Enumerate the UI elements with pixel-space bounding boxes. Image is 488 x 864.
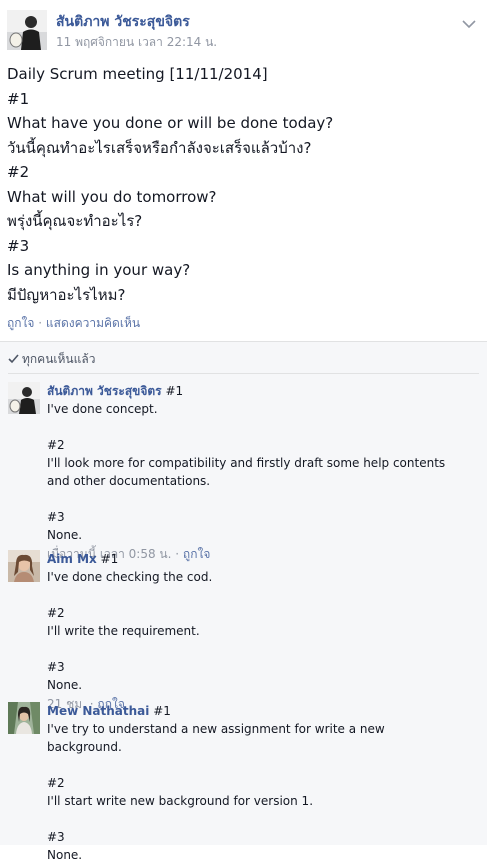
post-card: สันติภาพ วัชระสุขจิตร 11 พฤศจิกายน เวลา … xyxy=(0,0,488,862)
seen-by-all: ทุกคนเห็นแล้ว xyxy=(8,350,95,369)
comments-section: ทุกคนเห็นแล้ว สันติภาพ วัชระสุขจิตร #1 I… xyxy=(0,341,487,862)
check-icon xyxy=(8,353,19,367)
comment-author[interactable]: Mew Nathathai xyxy=(47,704,149,718)
comment-body: Aim Mx #1 I've done checking the cod. #2… xyxy=(47,550,479,713)
comment-avatar[interactable] xyxy=(8,550,40,582)
comment-text: I'll start write new background for vers… xyxy=(47,794,314,808)
post-timestamp[interactable]: 11 พฤศจิกายน เวลา 22:14 น. xyxy=(56,33,217,52)
comment-text: #3 xyxy=(47,660,65,674)
comment-text: #1 xyxy=(100,552,119,566)
comment-text: #1 xyxy=(153,704,171,718)
post-line: #3 xyxy=(7,236,30,255)
comment-text: None. xyxy=(47,678,83,692)
comment-body: สันติภาพ วัชระสุขจิตร #1 I've done conce… xyxy=(47,382,479,563)
chevron-down-icon[interactable] xyxy=(460,16,478,30)
post-line: #1 xyxy=(7,89,30,108)
divider xyxy=(8,373,479,374)
post-actions: ถูกใจ · แสดงความคิดเห็น xyxy=(7,314,140,333)
post-line: What have you done or will be done today… xyxy=(7,114,334,132)
comment-text: #2 xyxy=(47,438,65,452)
post-header: สันติภาพ วัชระสุขจิตร 11 พฤศจิกายน เวลา … xyxy=(7,10,488,50)
post-line: มีปัญหาอะไรไหม? xyxy=(7,285,126,304)
comment-text: #1 xyxy=(165,384,184,398)
post-line: #2 xyxy=(7,163,30,181)
comment-text: I've try to understand a new assignment … xyxy=(47,722,385,736)
like-link[interactable]: ถูกใจ xyxy=(7,316,34,330)
post-text: Daily Scrum meeting [11/11/2014] #1 What… xyxy=(7,62,480,307)
comment-author[interactable]: Aim Mx xyxy=(47,552,97,566)
post-line: พรุ่งนี้คุณจะทำอะไร? xyxy=(7,212,143,230)
comment-text: background. xyxy=(47,740,122,754)
author-avatar[interactable] xyxy=(7,10,47,50)
separator-dot: · xyxy=(38,316,46,330)
comment-text: #2 xyxy=(47,606,65,620)
comment-text: #3 xyxy=(47,510,65,524)
post-line: Daily Scrum meeting [11/11/2014] xyxy=(7,65,268,83)
post-line: วันนี้คุณทำอะไรเสร็จหรือกำลังจะเสร็จแล้ว… xyxy=(7,138,312,157)
author-name[interactable]: สันติภาพ วัชระสุขจิตร xyxy=(56,11,190,33)
comment-text: I'll look more for compatibility and fir… xyxy=(47,456,446,470)
comment-text: None. xyxy=(47,848,83,862)
comment-text: #3 xyxy=(47,830,65,844)
comment-avatar[interactable] xyxy=(8,702,40,734)
comment-body: Mew Nathathai #1 I've try to understand … xyxy=(47,702,479,864)
comment-avatar[interactable] xyxy=(8,382,40,414)
seen-label: ทุกคนเห็นแล้ว xyxy=(22,352,96,366)
comment-text: I've done checking the cod. xyxy=(47,570,213,584)
post-line: Is anything in your way? xyxy=(7,261,191,279)
comment-text: #2 xyxy=(47,776,65,790)
comment-text: and other documentations. xyxy=(47,474,211,488)
comment-text: None. xyxy=(47,528,83,542)
comment-link[interactable]: แสดงความคิดเห็น xyxy=(46,316,140,330)
comment-text: I've done concept. xyxy=(47,402,158,416)
comment-author[interactable]: สันติภาพ วัชระสุขจิตร xyxy=(47,384,162,398)
comment-text: I'll write the requirement. xyxy=(47,624,200,638)
post-line: What will you do tomorrow? xyxy=(7,187,217,206)
